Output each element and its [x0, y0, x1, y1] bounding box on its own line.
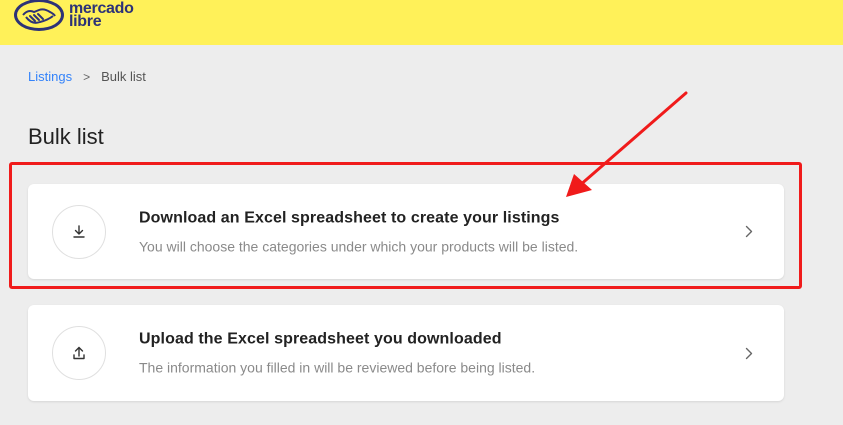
upload-spreadsheet-card[interactable]: Upload the Excel spreadsheet you downloa… — [28, 305, 784, 401]
card-subtitle: The information you filled in will be re… — [139, 359, 536, 376]
top-header: mercado libre — [0, 0, 843, 45]
card-text: Upload the Excel spreadsheet you downloa… — [139, 331, 535, 376]
chevron-right-icon — [742, 225, 756, 239]
card-title: Upload the Excel spreadsheet you downloa… — [139, 330, 502, 348]
chevron-right-icon — [742, 346, 756, 360]
mercado-libre-logo[interactable]: mercado libre — [14, 0, 134, 35]
page-title: Bulk list — [28, 124, 104, 149]
logo-wordmark: mercado libre — [69, 1, 134, 30]
card-text: Download an Excel spreadsheet to create … — [139, 209, 578, 254]
card-subtitle: You will choose the categories under whi… — [139, 238, 579, 254]
card-title: Download an Excel spreadsheet to create … — [139, 209, 560, 226]
download-spreadsheet-card[interactable]: Download an Excel spreadsheet to create … — [28, 184, 784, 279]
upload-icon — [52, 326, 106, 380]
breadcrumb-current: Bulk list — [101, 69, 146, 84]
handshake-icon — [14, 0, 64, 31]
download-icon — [52, 204, 106, 259]
breadcrumb-link-listings[interactable]: Listings — [28, 69, 72, 84]
breadcrumb: Listings > Bulk list — [28, 69, 146, 84]
breadcrumb-separator: > — [83, 69, 91, 84]
